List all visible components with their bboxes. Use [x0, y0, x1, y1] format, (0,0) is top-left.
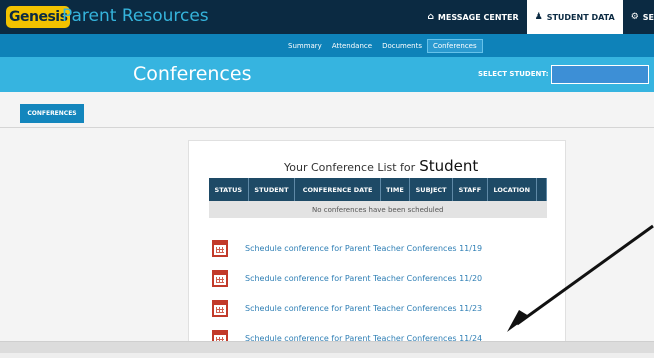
col-status[interactable]: STATUS	[209, 178, 249, 201]
list-item: Schedule conference for Parent Teacher C…	[212, 268, 482, 288]
col-location[interactable]: LOCATION	[487, 178, 538, 201]
top-nav: ⌂ MESSAGE CENTER ♟ STUDENT DATA ⚙ SE	[419, 0, 654, 34]
subnav-summary[interactable]: Summary	[283, 40, 327, 52]
page-title: Conferences	[133, 63, 252, 85]
schedule-link-1123[interactable]: Schedule conference for Parent Teacher C…	[245, 304, 482, 313]
student-name: Student	[419, 157, 479, 175]
calendar-icon[interactable]	[212, 299, 228, 317]
schedule-list: Schedule conference for Parent Teacher C…	[212, 238, 482, 358]
col-conference-date[interactable]: CONFERENCE DATE	[294, 178, 381, 201]
top-bar: Genesis Parent Resources ⌂ MESSAGE CENTE…	[0, 0, 654, 34]
list-item: Schedule conference for Parent Teacher C…	[212, 298, 482, 318]
col-subject[interactable]: SUBJECT	[409, 178, 454, 201]
subnav-documents[interactable]: Documents	[377, 40, 427, 52]
page-header: Conferences SELECT STUDENT:	[0, 57, 654, 92]
table-row: No conferences have been scheduled	[209, 201, 547, 218]
table-header-row: STATUS STUDENT CONFERENCE DATE TIME SUBJ…	[209, 178, 547, 201]
gear-icon: ⚙	[630, 12, 639, 22]
subnav-conferences[interactable]: Conferences	[426, 38, 483, 53]
message-center-label: MESSAGE CENTER	[437, 12, 519, 22]
conferences-side-tab[interactable]: CONFERENCES	[20, 104, 84, 123]
users-icon: ♟	[534, 12, 543, 22]
col-time[interactable]: TIME	[380, 178, 410, 201]
divider	[0, 127, 654, 128]
card-title-prefix: Your Conference List for	[284, 161, 416, 174]
home-icon: ⌂	[427, 12, 434, 22]
settings-tab[interactable]: ⚙ SE	[623, 0, 654, 34]
col-extra	[536, 178, 547, 201]
subnav-attendance[interactable]: Attendance	[327, 40, 377, 52]
annotation-arrow	[507, 224, 654, 332]
conference-table: STATUS STUDENT CONFERENCE DATE TIME SUBJ…	[209, 178, 547, 218]
sub-nav: Summary Attendance Documents Conferences	[0, 34, 654, 57]
calendar-icon[interactable]	[212, 239, 228, 257]
select-student-dropdown[interactable]	[551, 65, 649, 84]
app-title: Parent Resources	[62, 6, 209, 26]
card-title: Your Conference List for Student	[284, 157, 478, 175]
page-body: CONFERENCES Your Conference List for Stud…	[0, 92, 654, 350]
bottom-scrollbar[interactable]	[0, 341, 654, 353]
col-staff[interactable]: STAFF	[452, 178, 488, 201]
message-center-tab[interactable]: ⌂ MESSAGE CENTER	[419, 0, 526, 34]
list-item: Schedule conference for Parent Teacher C…	[212, 238, 482, 258]
schedule-link-1120[interactable]: Schedule conference for Parent Teacher C…	[245, 274, 482, 283]
settings-label: SE	[642, 12, 654, 22]
col-student[interactable]: STUDENT	[248, 178, 296, 201]
student-data-tab[interactable]: ♟ STUDENT DATA	[526, 0, 623, 34]
empty-message: No conferences have been scheduled	[209, 201, 547, 218]
select-student-label: SELECT STUDENT:	[478, 70, 549, 78]
calendar-icon[interactable]	[212, 269, 228, 287]
genesis-logo[interactable]: Genesis	[6, 6, 71, 28]
schedule-link-1119[interactable]: Schedule conference for Parent Teacher C…	[245, 244, 482, 253]
student-data-label: STUDENT DATA	[546, 12, 615, 22]
